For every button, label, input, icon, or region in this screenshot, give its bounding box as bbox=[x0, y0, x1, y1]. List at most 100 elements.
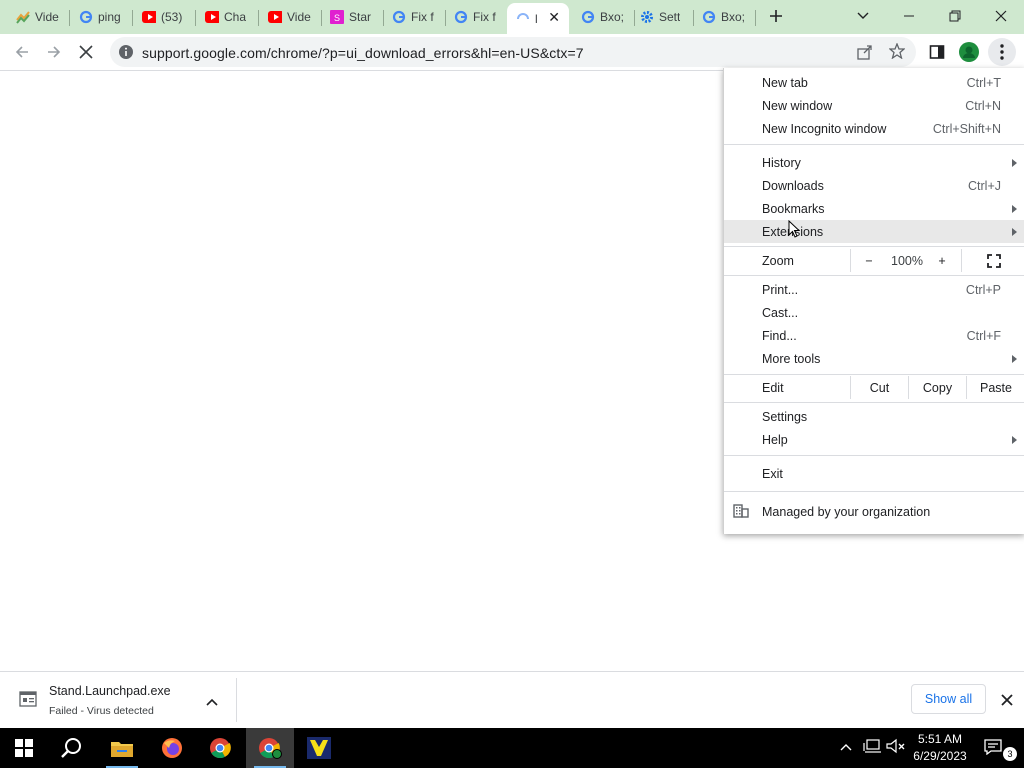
submenu-arrow-icon bbox=[1012, 204, 1017, 213]
minimize-button[interactable] bbox=[886, 0, 932, 32]
menu-item-more-tools[interactable]: More tools bbox=[724, 347, 1024, 370]
tab-active-loading[interactable]: l ✕ bbox=[507, 3, 569, 34]
profile-button[interactable] bbox=[955, 38, 983, 66]
submenu-arrow-icon bbox=[1012, 227, 1017, 236]
menu-label: Settings bbox=[762, 409, 808, 424]
action-center-button[interactable] bbox=[984, 739, 1002, 758]
site-info-icon[interactable] bbox=[118, 44, 134, 63]
menu-item-cast[interactable]: Cast... bbox=[724, 301, 1024, 324]
close-icon bbox=[995, 10, 1007, 22]
menu-item-print[interactable]: Print... Ctrl+P bbox=[724, 278, 1024, 301]
submenu-arrow-icon bbox=[1012, 158, 1017, 167]
zoom-out-button[interactable]: − bbox=[851, 249, 887, 272]
menu-item-new-tab[interactable]: New tab Ctrl+T bbox=[724, 71, 1024, 94]
chrome-menu-button[interactable] bbox=[988, 38, 1016, 66]
zoom-in-button[interactable]: + bbox=[927, 249, 957, 272]
address-bar[interactable]: support.google.com/chrome/?p=ui_download… bbox=[110, 37, 916, 67]
menu-item-exit[interactable]: Exit bbox=[724, 462, 1024, 485]
volume-muted-icon[interactable] bbox=[886, 738, 906, 757]
menu-item-settings[interactable]: Settings bbox=[724, 405, 1024, 428]
notification-count-badge: 3 bbox=[1003, 747, 1017, 761]
paste-label: Paste bbox=[980, 380, 1012, 395]
fullscreen-button[interactable] bbox=[962, 249, 1024, 272]
tab-ping[interactable]: ping bbox=[70, 4, 133, 30]
tab-title: l bbox=[535, 11, 538, 26]
tab-bxo-2[interactable]: Bxo; bbox=[693, 4, 756, 30]
google-icon bbox=[581, 10, 595, 24]
start-button[interactable] bbox=[0, 728, 48, 768]
menu-divider bbox=[724, 246, 1024, 247]
loading-spinner-icon bbox=[516, 12, 530, 26]
tab-settings[interactable]: Sett bbox=[631, 4, 694, 30]
tab-star[interactable]: S Star bbox=[321, 4, 384, 30]
system-clock[interactable]: 5:51 AM 6/29/2023 bbox=[908, 731, 972, 765]
download-options-button[interactable] bbox=[201, 691, 223, 713]
taskbar-chrome[interactable] bbox=[196, 728, 244, 768]
tab-fix-1[interactable]: Fix f bbox=[383, 4, 446, 30]
tab-youtube-video[interactable]: Vide bbox=[259, 4, 322, 30]
forward-button[interactable] bbox=[40, 38, 68, 66]
side-panel-button[interactable] bbox=[923, 38, 951, 66]
menu-label: More tools bbox=[762, 351, 821, 366]
shortcut-label: Ctrl+N bbox=[965, 98, 1001, 113]
taskbar-chrome-active[interactable] bbox=[246, 728, 294, 768]
tab-strip: Vide ping (53) Cha Vide S Star Fix f Fix… bbox=[0, 0, 1024, 34]
tab-title: ping bbox=[98, 10, 121, 24]
close-icon bbox=[79, 45, 93, 59]
network-icon[interactable] bbox=[863, 738, 881, 757]
tab-fix-2[interactable]: Fix f bbox=[445, 4, 508, 30]
show-all-label: Show all bbox=[924, 692, 973, 706]
menu-item-incognito[interactable]: New Incognito window Ctrl+Shift+N bbox=[724, 117, 1024, 140]
back-button[interactable] bbox=[8, 38, 36, 66]
browser-toolbar: support.google.com/chrome/?p=ui_download… bbox=[0, 34, 1024, 71]
tab-bxo-1[interactable]: Bxo; bbox=[572, 4, 635, 30]
chrome-main-menu: New tab Ctrl+T New window Ctrl+N New Inc… bbox=[723, 68, 1024, 534]
menu-item-help[interactable]: Help bbox=[724, 428, 1024, 451]
close-shelf-button[interactable] bbox=[997, 690, 1017, 710]
menu-item-managed[interactable]: Managed by your organization bbox=[724, 500, 1024, 523]
taskbar-firefox[interactable] bbox=[148, 728, 196, 768]
show-hidden-icons-button[interactable] bbox=[840, 740, 852, 754]
notification-icon bbox=[984, 739, 1002, 756]
tab-youtube-cha[interactable]: Cha bbox=[196, 4, 259, 30]
google-icon bbox=[79, 10, 93, 24]
menu-divider bbox=[724, 402, 1024, 403]
copy-button[interactable]: Copy bbox=[909, 376, 966, 399]
menu-label: History bbox=[762, 155, 801, 170]
tab-video-1[interactable]: Vide bbox=[7, 4, 70, 30]
bookmark-star-icon[interactable] bbox=[888, 42, 906, 62]
paste-button[interactable]: Paste bbox=[967, 376, 1024, 399]
zoom-minus-label: − bbox=[865, 253, 873, 268]
menu-item-find[interactable]: Find... Ctrl+F bbox=[724, 324, 1024, 347]
show-all-button[interactable]: Show all bbox=[911, 684, 986, 714]
site-favicon-icon: S bbox=[330, 10, 344, 24]
close-tab-icon[interactable]: ✕ bbox=[548, 9, 560, 26]
menu-divider bbox=[724, 144, 1024, 145]
new-tab-button[interactable] bbox=[754, 0, 798, 32]
search-button[interactable] bbox=[48, 728, 96, 768]
menu-label: Help bbox=[762, 432, 788, 447]
taskbar-app-m[interactable] bbox=[295, 728, 343, 768]
menu-label: Downloads bbox=[762, 178, 824, 193]
share-icon[interactable] bbox=[857, 44, 873, 63]
tab-title: Sett bbox=[659, 10, 681, 24]
menu-item-bookmarks[interactable]: Bookmarks bbox=[724, 197, 1024, 220]
tab-search-button[interactable] bbox=[840, 0, 886, 32]
menu-item-new-window[interactable]: New window Ctrl+N bbox=[724, 94, 1024, 117]
close-window-button[interactable] bbox=[978, 0, 1024, 32]
shortcut-label: Ctrl+T bbox=[966, 75, 1001, 90]
menu-item-history[interactable]: History bbox=[724, 151, 1024, 174]
taskbar-file-explorer[interactable] bbox=[98, 728, 146, 768]
tab-youtube-53[interactable]: (53) bbox=[133, 4, 196, 30]
search-icon bbox=[61, 738, 81, 758]
cut-button[interactable]: Cut bbox=[851, 376, 908, 399]
menu-item-extensions[interactable]: Extensions bbox=[724, 220, 1024, 243]
submenu-arrow-icon bbox=[1012, 354, 1017, 363]
zoom-label: Zoom bbox=[762, 254, 794, 268]
menu-item-downloads[interactable]: Downloads Ctrl+J bbox=[724, 174, 1024, 197]
chevron-up-icon bbox=[840, 744, 852, 751]
folder-icon bbox=[111, 742, 133, 757]
restore-button[interactable] bbox=[932, 0, 978, 32]
download-filename[interactable]: Stand.Launchpad.exe bbox=[49, 684, 171, 698]
stop-loading-button[interactable] bbox=[72, 38, 100, 66]
